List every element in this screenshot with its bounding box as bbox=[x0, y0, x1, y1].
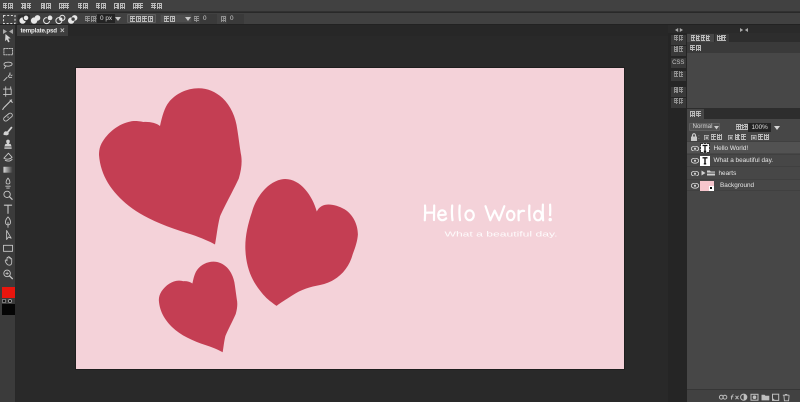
svg-text:What a beautiful day.: What a beautiful day. bbox=[445, 230, 558, 239]
